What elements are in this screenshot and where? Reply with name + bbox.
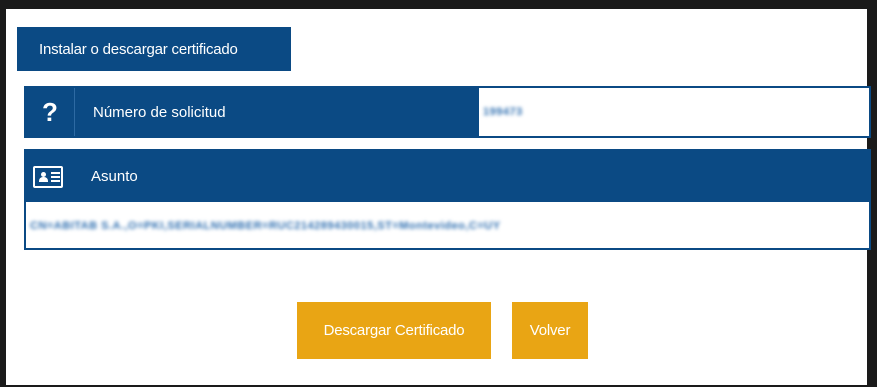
subject-header: Asunto (26, 151, 869, 202)
request-number-label: Número de solicitud (74, 88, 479, 136)
subject-panel: Asunto CN=ABITAB S.A.,O=PKI,SERIALNUMBER… (24, 149, 871, 250)
subject-field[interactable]: CN=ABITAB S.A.,O=PKI,SERIALNUMBER=RUC214… (26, 202, 869, 250)
subject-label: Asunto (91, 168, 138, 185)
request-number-field[interactable]: 199473 (479, 88, 869, 136)
download-certificate-button[interactable]: Descargar Certificado (297, 302, 491, 359)
id-card-icon (26, 151, 70, 202)
request-number-row: ? Número de solicitud 199473 (24, 86, 871, 138)
back-button[interactable]: Volver (512, 302, 588, 359)
tab-install-download[interactable]: Instalar o descargar certificado (17, 27, 291, 71)
request-number-value: 199473 (483, 106, 523, 118)
tab-label: Instalar o descargar certificado (39, 40, 238, 58)
subject-value: CN=ABITAB S.A.,O=PKI,SERIALNUMBER=RUC214… (30, 220, 501, 232)
question-icon[interactable]: ? (26, 88, 74, 136)
